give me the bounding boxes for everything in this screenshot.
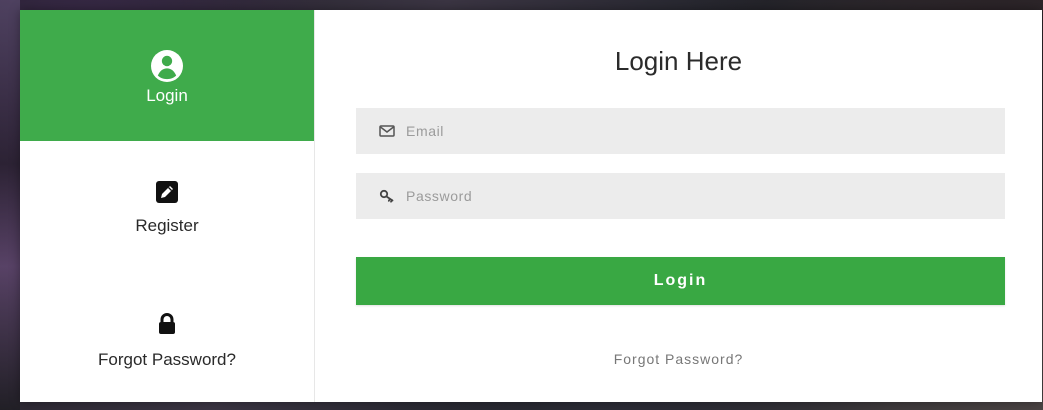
- email-input[interactable]: [406, 109, 1005, 153]
- auth-sidebar: Login Register Forgot Password?: [20, 10, 315, 402]
- forgot-password-link[interactable]: Forgot Password?: [315, 351, 1042, 367]
- sidebar-item-label: Register: [135, 216, 199, 235]
- lock-icon: [155, 312, 179, 336]
- password-input[interactable]: [406, 174, 1005, 218]
- user-circle-icon: [149, 48, 185, 84]
- sidebar-item-label: Login: [146, 86, 188, 105]
- login-card: Login Register Forgot Password? Login He…: [20, 10, 1042, 402]
- sidebar-item-forgot-password[interactable]: Forgot Password?: [20, 312, 314, 392]
- sidebar-item-label: Forgot Password?: [98, 350, 236, 369]
- sidebar-item-register[interactable]: Register: [20, 180, 314, 260]
- page-title: Login Here: [614, 46, 743, 76]
- envelope-icon: [378, 122, 396, 140]
- password-field[interactable]: [356, 173, 1005, 219]
- email-field[interactable]: [356, 108, 1005, 154]
- login-button[interactable]: Login: [356, 257, 1005, 305]
- sidebar-item-login[interactable]: Login: [20, 10, 314, 141]
- edit-icon: [155, 180, 179, 204]
- login-form-panel: Login Here Login Forgot Password?: [315, 10, 1042, 402]
- key-icon: [378, 187, 396, 205]
- background-strip: [0, 0, 20, 410]
